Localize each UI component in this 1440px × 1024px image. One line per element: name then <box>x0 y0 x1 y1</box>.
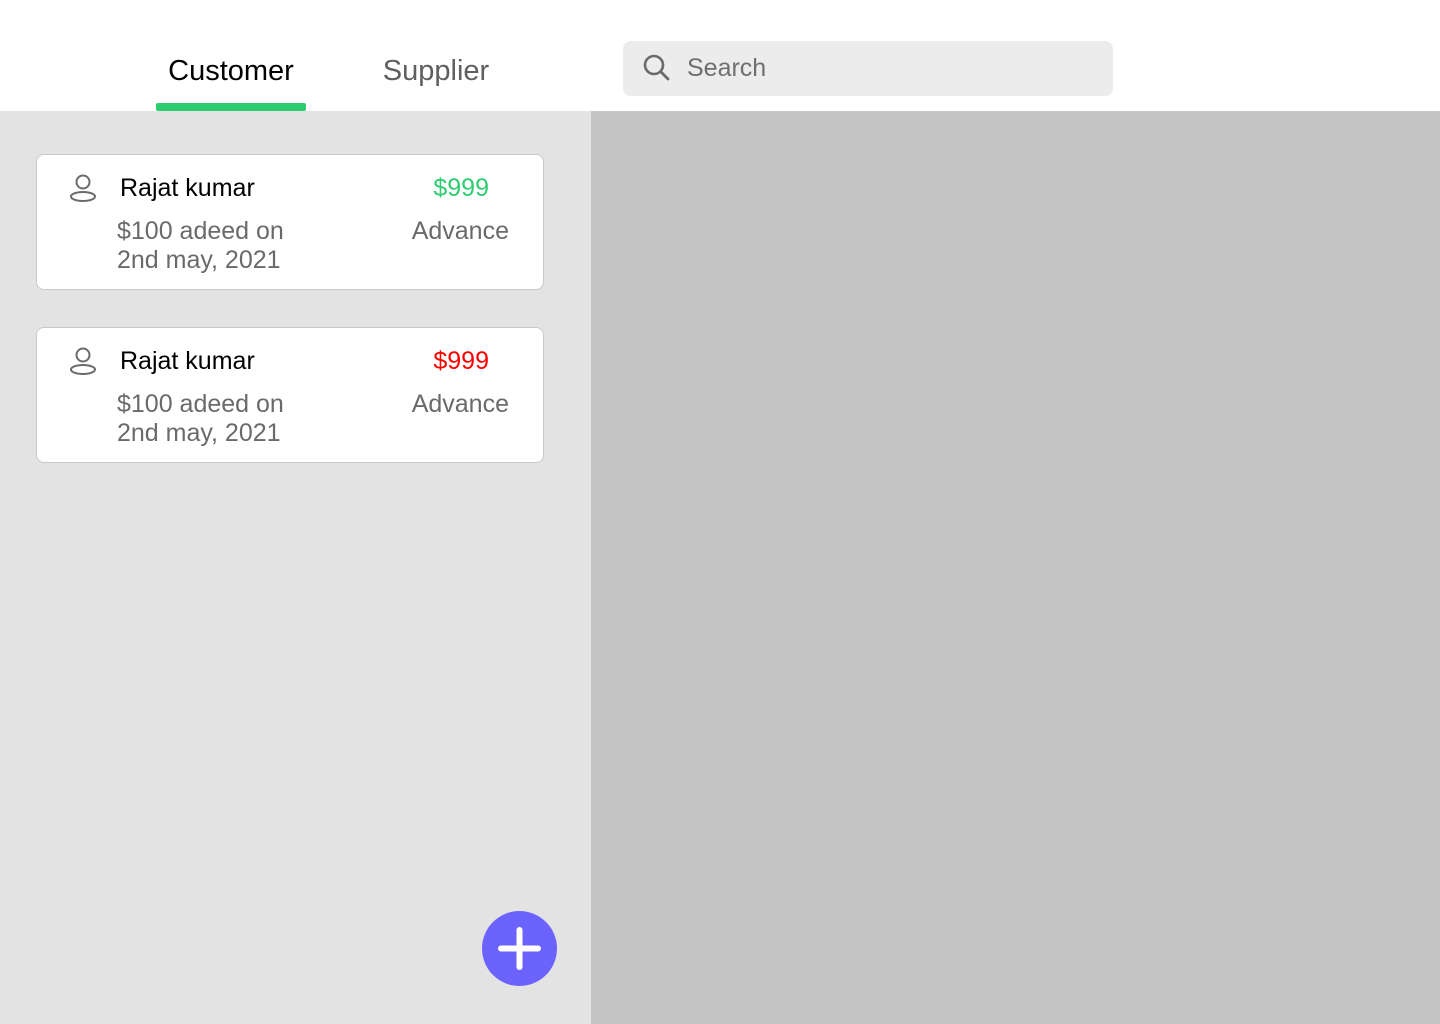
transaction-detail: $100 adeed on 2nd may, 2021 <box>117 390 347 448</box>
transaction-detail-line2: 2nd may, 2021 <box>117 419 281 447</box>
search-bar[interactable] <box>623 41 1113 96</box>
customer-name: Rajat kumar <box>120 347 255 375</box>
customer-card[interactable]: Rajat kumar $999 $100 adeed on 2nd may, … <box>36 154 544 290</box>
customer-name: Rajat kumar <box>120 174 255 202</box>
tab-customer[interactable]: Customer <box>156 52 306 90</box>
transaction-detail: $100 adeed on 2nd may, 2021 <box>117 217 347 275</box>
active-tab-indicator <box>156 103 306 111</box>
plus-icon <box>498 927 541 970</box>
customer-balance: $999 <box>433 174 489 202</box>
user-icon <box>70 347 96 375</box>
transaction-detail-line1: $100 adeed on <box>117 390 284 418</box>
search-input[interactable] <box>687 41 1097 96</box>
balance-status: Advance <box>411 217 509 245</box>
balance-status: Advance <box>411 390 509 418</box>
user-icon <box>70 174 96 202</box>
transaction-detail-line2: 2nd may, 2021 <box>117 246 281 274</box>
tab-supplier[interactable]: Supplier <box>362 52 510 90</box>
top-header: Customer Supplier <box>0 0 1440 111</box>
transaction-detail-line1: $100 adeed on <box>117 217 284 245</box>
customer-card[interactable]: Rajat kumar $999 $100 adeed on 2nd may, … <box>36 327 544 463</box>
detail-panel <box>591 111 1440 1024</box>
search-icon <box>643 54 670 81</box>
customer-balance: $999 <box>433 347 489 375</box>
add-customer-button[interactable] <box>482 911 557 986</box>
customer-list-panel: Rajat kumar $999 $100 adeed on 2nd may, … <box>0 111 591 1024</box>
